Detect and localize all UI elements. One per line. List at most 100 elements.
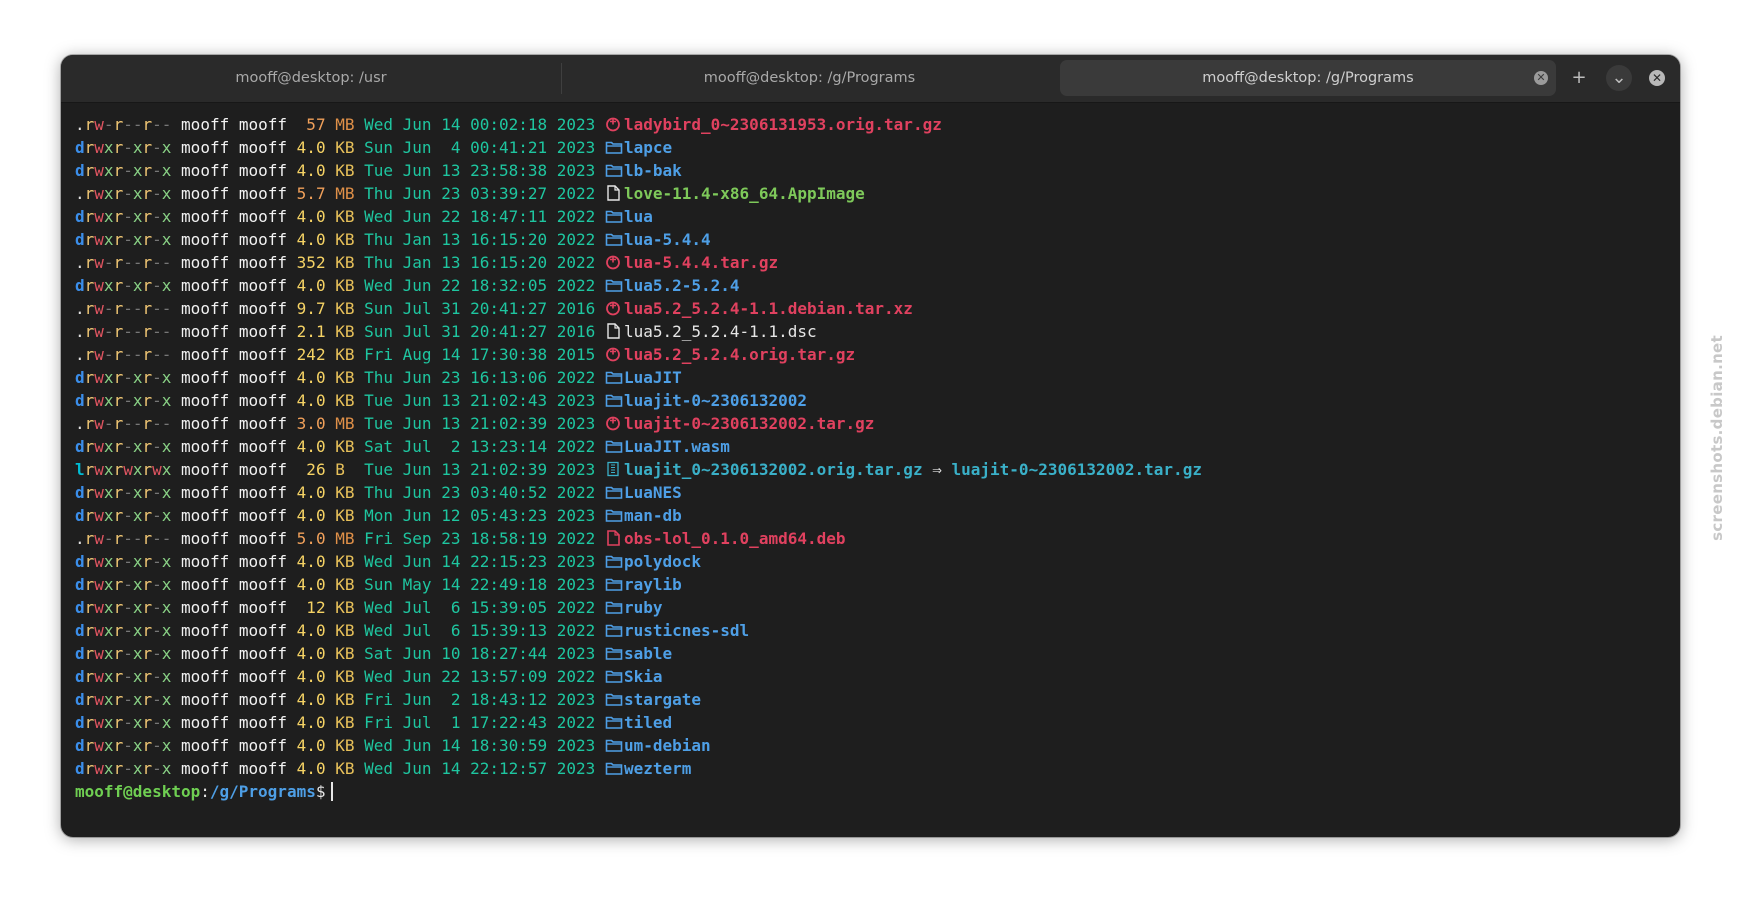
- list-item[interactable]: drwxr-xr-x mooff mooff 4.0 KB Sun May 14…: [75, 573, 1665, 596]
- terminal-output[interactable]: .rw-r--r-- mooff mooff 57 MB Wed Jun 14 …: [75, 113, 1665, 823]
- size-unit: MB: [335, 414, 355, 433]
- size-unit: KB: [335, 621, 355, 640]
- file-name[interactable]: luajit_0~2306132002.orig.tar.gz: [624, 460, 923, 479]
- modified-date: Tue Jun 13 21:02:39 2023: [364, 460, 596, 479]
- file-name[interactable]: um-debian: [624, 736, 711, 755]
- list-item[interactable]: lrwxrwxrwx mooff mooff 26 B Tue Jun 13 2…: [75, 458, 1665, 481]
- file-name[interactable]: lua5.2_5.2.4.orig.tar.gz: [624, 345, 855, 364]
- list-item[interactable]: drwxr-xr-x mooff mooff 4.0 KB Thu Jan 13…: [75, 228, 1665, 251]
- list-item[interactable]: drwxr-xr-x mooff mooff 4.0 KB Wed Jul 6 …: [75, 619, 1665, 642]
- size-value: 4.0: [296, 667, 326, 686]
- tab-menu-button[interactable]: ⌄: [1606, 65, 1632, 91]
- file-name[interactable]: LuaNES: [624, 483, 682, 502]
- file-name[interactable]: lua5.2_5.2.4-1.1.dsc: [624, 322, 817, 341]
- list-item[interactable]: drwxr-xr-x mooff mooff 4.0 KB Tue Jun 13…: [75, 389, 1665, 412]
- file-name[interactable]: lb-bak: [624, 161, 682, 180]
- file-name[interactable]: love-11.4-x86_64.AppImage: [624, 184, 865, 203]
- modified-date: Wed Jun 14 22:15:23 2023: [364, 552, 596, 571]
- shell-prompt[interactable]: mooff@desktop:/g/Programs$: [75, 780, 1665, 803]
- list-item[interactable]: drwxr-xr-x mooff mooff 4.0 KB Sat Jul 2 …: [75, 435, 1665, 458]
- deb-icon: [605, 529, 623, 546]
- group: mooff: [238, 391, 288, 410]
- file-name[interactable]: rusticnes-sdl: [624, 621, 749, 640]
- list-item[interactable]: .rwxr-xr-x mooff mooff 5.7 MB Thu Jun 23…: [75, 182, 1665, 205]
- list-item[interactable]: .rw-r--r-- mooff mooff 57 MB Wed Jun 14 …: [75, 113, 1665, 136]
- list-item[interactable]: drwxr-xr-x mooff mooff 4.0 KB Wed Jun 14…: [75, 734, 1665, 757]
- folder-icon: [605, 483, 623, 499]
- permissions: .rwxr-xr-x: [75, 184, 172, 203]
- file-name[interactable]: luajit-0~2306132002: [624, 391, 807, 410]
- file-name[interactable]: polydock: [624, 552, 701, 571]
- file-name[interactable]: lua: [624, 207, 653, 226]
- tab-programs-active[interactable]: mooff@desktop: /g/Programs ✕: [1060, 60, 1556, 96]
- list-item[interactable]: drwxr-xr-x mooff mooff 4.0 KB Fri Jun 2 …: [75, 688, 1665, 711]
- file-name[interactable]: wezterm: [624, 759, 691, 778]
- file-name[interactable]: sable: [624, 644, 672, 663]
- file-name[interactable]: lua5.2-5.2.4: [624, 276, 740, 295]
- file-name[interactable]: man-db: [624, 506, 682, 525]
- file-name[interactable]: LuaJIT.wasm: [624, 437, 730, 456]
- list-item[interactable]: drwxr-xr-x mooff mooff 4.0 KB Thu Jun 23…: [75, 481, 1665, 504]
- size-value: 9.7: [296, 299, 326, 318]
- list-item[interactable]: .rw-r--r-- mooff mooff 2.1 KB Sun Jul 31…: [75, 320, 1665, 343]
- list-item[interactable]: drwxr-xr-x mooff mooff 4.0 KB Sat Jun 10…: [75, 642, 1665, 665]
- group: mooff: [238, 322, 288, 341]
- list-item[interactable]: .rw-r--r-- mooff mooff 5.0 MB Fri Sep 23…: [75, 527, 1665, 550]
- list-item[interactable]: .rw-r--r-- mooff mooff 3.0 MB Tue Jun 13…: [75, 412, 1665, 435]
- tab-close-icon[interactable]: ✕: [1534, 71, 1548, 85]
- size-unit: KB: [335, 690, 355, 709]
- list-item[interactable]: drwxr-xr-x mooff mooff 4.0 KB Sun Jun 4 …: [75, 136, 1665, 159]
- list-item[interactable]: drwxr-xr-x mooff mooff 4.0 KB Fri Jul 1 …: [75, 711, 1665, 734]
- file-name[interactable]: obs-lol_0.1.0_amd64.deb: [624, 529, 846, 548]
- file-name[interactable]: lua-5.4.4: [624, 230, 711, 249]
- owner: mooff: [181, 690, 230, 709]
- list-item[interactable]: .rw-r--r-- mooff mooff 9.7 KB Sun Jul 31…: [75, 297, 1665, 320]
- list-item[interactable]: drwxr-xr-x mooff mooff 4.0 KB Thu Jun 23…: [75, 366, 1665, 389]
- modified-date: Fri Jun 2 18:43:12 2023: [364, 690, 596, 709]
- permissions: drwxr-xr-x: [75, 575, 172, 594]
- group: mooff: [238, 414, 288, 433]
- symlink-target[interactable]: luajit-0~2306132002.tar.gz: [952, 460, 1202, 479]
- list-item[interactable]: drwxr-xr-x mooff mooff 4.0 KB Mon Jun 12…: [75, 504, 1665, 527]
- owner: mooff: [181, 736, 230, 755]
- file-name[interactable]: raylib: [624, 575, 682, 594]
- close-window-button[interactable]: ✕: [1644, 65, 1670, 91]
- file-name[interactable]: Skia: [624, 667, 663, 686]
- file-name[interactable]: lapce: [624, 138, 672, 157]
- file-name[interactable]: luajit-0~2306132002.tar.gz: [624, 414, 874, 433]
- tab-programs[interactable]: mooff@desktop: /g/Programs: [561, 60, 1058, 96]
- list-item[interactable]: drwxr-xr-x mooff mooff 4.0 KB Wed Jun 22…: [75, 665, 1665, 688]
- size-unit: KB: [335, 299, 355, 318]
- size-unit: KB: [335, 506, 355, 525]
- list-item[interactable]: drwxr-xr-x mooff mooff 4.0 KB Tue Jun 13…: [75, 159, 1665, 182]
- archive-icon: [605, 253, 623, 270]
- file-name[interactable]: lua5.2_5.2.4-1.1.debian.tar.xz: [624, 299, 913, 318]
- size-unit: B: [335, 460, 355, 479]
- permissions: .rw-r--r--: [75, 253, 172, 272]
- file-name[interactable]: ladybird_0~2306131953.orig.tar.gz: [624, 115, 942, 134]
- file-name[interactable]: lua-5.4.4.tar.gz: [624, 253, 778, 272]
- folder-icon: [605, 207, 623, 223]
- file-name[interactable]: LuaJIT: [624, 368, 682, 387]
- tab-usr[interactable]: mooff@desktop: /usr: [61, 60, 561, 96]
- file-name[interactable]: tiled: [624, 713, 672, 732]
- owner: mooff: [181, 138, 230, 157]
- size-value: 4.0: [296, 759, 326, 778]
- list-item[interactable]: drwxr-xr-x mooff mooff 4.0 KB Wed Jun 22…: [75, 205, 1665, 228]
- permissions: drwxr-xr-x: [75, 483, 172, 502]
- group: mooff: [238, 483, 288, 502]
- file-name[interactable]: stargate: [624, 690, 701, 709]
- size-unit: KB: [335, 138, 355, 157]
- list-item[interactable]: .rw-r--r-- mooff mooff 352 KB Thu Jan 13…: [75, 251, 1665, 274]
- list-item[interactable]: .rw-r--r-- mooff mooff 242 KB Fri Aug 14…: [75, 343, 1665, 366]
- permissions: .rw-r--r--: [75, 115, 172, 134]
- file-name[interactable]: ruby: [624, 598, 663, 617]
- modified-date: Sun May 14 22:49:18 2023: [364, 575, 596, 594]
- list-item[interactable]: drwxr-xr-x mooff mooff 4.0 KB Wed Jun 14…: [75, 550, 1665, 573]
- new-tab-button[interactable]: +: [1566, 65, 1592, 91]
- list-item[interactable]: drwxr-xr-x mooff mooff 12 KB Wed Jul 6 1…: [75, 596, 1665, 619]
- list-item[interactable]: drwxr-xr-x mooff mooff 4.0 KB Wed Jun 14…: [75, 757, 1665, 780]
- owner: mooff: [181, 391, 230, 410]
- size-unit: KB: [335, 667, 355, 686]
- list-item[interactable]: drwxr-xr-x mooff mooff 4.0 KB Wed Jun 22…: [75, 274, 1665, 297]
